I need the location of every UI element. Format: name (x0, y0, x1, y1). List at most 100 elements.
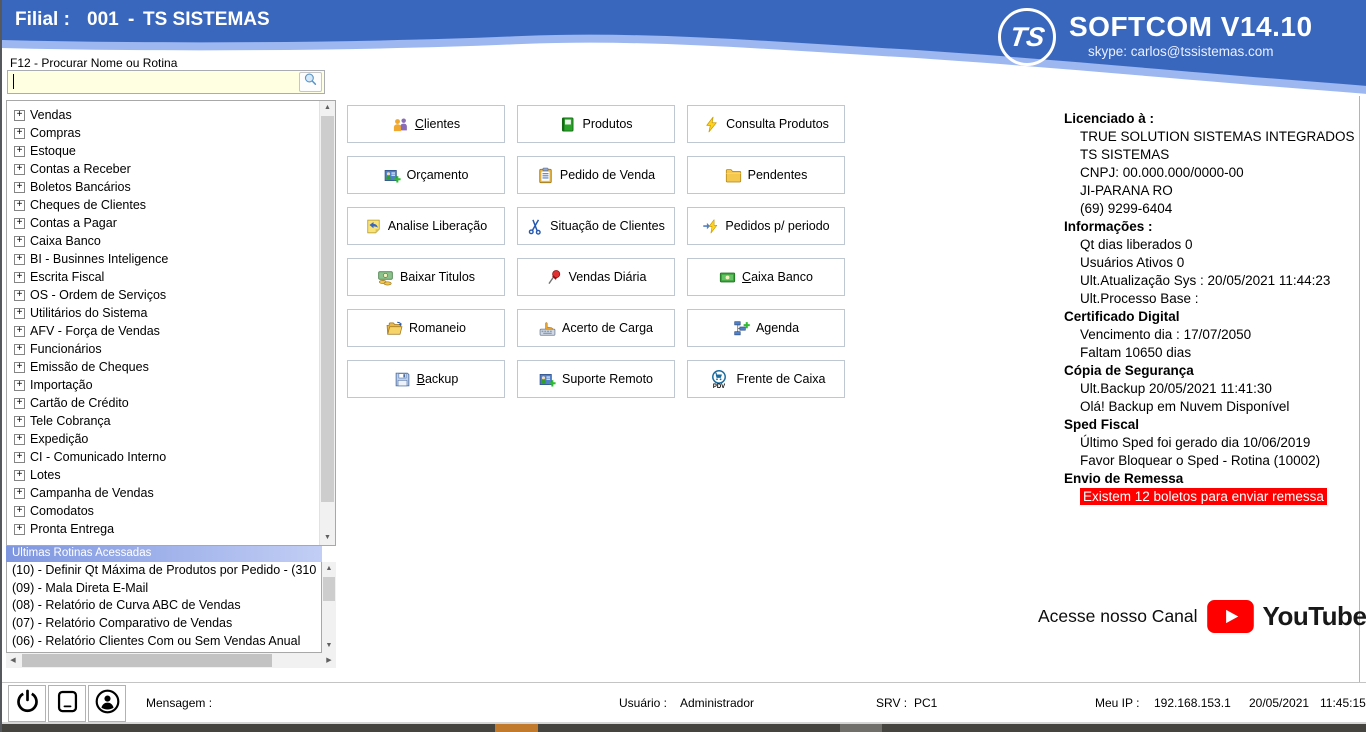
shortcut-caixa-banco[interactable]: Caixa Banco (687, 258, 845, 296)
scroll-up-icon[interactable]: ▲ (322, 562, 336, 576)
tree-expand-icon[interactable]: + (14, 470, 25, 481)
tree-item[interactable]: +Cartão de Crédito (7, 394, 318, 412)
shortcut-agenda[interactable]: Agenda (687, 309, 845, 347)
tree-item[interactable]: +Emissão de Cheques (7, 358, 318, 376)
person-add-icon (539, 371, 556, 388)
recent-scroll-thumb[interactable] (323, 577, 335, 601)
recent-routine-item[interactable]: (08) - Relatório de Curva ABC de Vendas (7, 597, 321, 615)
shortcut-pedidos-p-periodo[interactable]: Pedidos p/ periodo (687, 207, 845, 245)
shortcut-vendas-diaria[interactable]: Vendas Diária (517, 258, 675, 296)
tree-expand-icon[interactable]: + (14, 452, 25, 463)
recent-routine-item[interactable]: (10) - Definir Qt Máxima de Produtos por… (7, 562, 321, 580)
tree-expand-icon[interactable]: + (14, 254, 25, 265)
search-button[interactable] (299, 72, 322, 92)
tree-expand-icon[interactable]: + (14, 218, 25, 229)
youtube-banner[interactable]: Acesse nosso Canal YouTube (1038, 600, 1366, 633)
recent-scrollbar[interactable]: ▲ ▼ (322, 562, 336, 653)
recent-routine-item[interactable]: (06) - Relatório Clientes Com ou Sem Ven… (7, 633, 321, 651)
tree-item[interactable]: +Escrita Fiscal (7, 268, 318, 286)
statusbar-divider (2, 682, 1366, 683)
shortcut-consulta-produtos[interactable]: Consulta Produtos (687, 105, 845, 143)
tree-item[interactable]: +Estoque (7, 142, 318, 160)
scroll-right-icon[interactable]: ▶ (322, 653, 336, 668)
shortcut-pedido-de-venda[interactable]: Pedido de Venda (517, 156, 675, 194)
search-input[interactable] (7, 70, 325, 94)
tree-item[interactable]: +Expedição (7, 430, 318, 448)
minimize-button[interactable] (48, 685, 86, 722)
recent-hscroll-thumb[interactable] (22, 654, 272, 667)
info-panel: Licenciado à :TRUE SOLUTION SISTEMAS INT… (1064, 110, 1360, 505)
tree-item[interactable]: +Comodatos (7, 502, 318, 520)
tree-expand-icon[interactable]: + (14, 272, 25, 283)
shortcut-produtos[interactable]: Produtos (517, 105, 675, 143)
tree-item[interactable]: +CI - Comunicado Interno (7, 448, 318, 466)
shortcut-backup[interactable]: Backup (347, 360, 505, 398)
shortcut-pendentes[interactable]: Pendentes (687, 156, 845, 194)
tree-expand-icon[interactable]: + (14, 488, 25, 499)
tree-item[interactable]: +Pronta Entrega (7, 520, 318, 538)
tree-expand-icon[interactable]: + (14, 362, 25, 373)
youtube-play-icon (1207, 600, 1254, 633)
recent-hscrollbar[interactable]: ◀ ▶ (6, 653, 336, 668)
shortcut-analise-liberacao[interactable]: Analise Liberação (347, 207, 505, 245)
exit-button[interactable] (8, 685, 46, 722)
shortcut-label: Suporte Remoto (562, 372, 653, 386)
scroll-down-icon[interactable]: ▼ (320, 531, 335, 545)
folder-open-icon (386, 320, 403, 337)
recent-routine-item[interactable]: (09) - Mala Direta E-Mail (7, 580, 321, 598)
tree-item[interactable]: +Tele Cobrança (7, 412, 318, 430)
tree-expand-icon[interactable]: + (14, 398, 25, 409)
shortcut-romaneio[interactable]: Romaneio (347, 309, 505, 347)
shortcut-clientes[interactable]: Clientes (347, 105, 505, 143)
tree-expand-icon[interactable]: + (14, 344, 25, 355)
tree-expand-icon[interactable]: + (14, 506, 25, 517)
tree-item[interactable]: +BI - Businnes Inteligence (7, 250, 318, 268)
shortcut-situacao-de-clientes[interactable]: Situação de Clientes (517, 207, 675, 245)
filial-dash: - (128, 9, 134, 31)
tree-expand-icon[interactable]: + (14, 182, 25, 193)
tree-item[interactable]: +OS - Ordem de Serviços (7, 286, 318, 304)
info-line: Faltam 10650 dias (1064, 344, 1360, 362)
scroll-up-icon[interactable]: ▲ (320, 101, 335, 115)
tree-expand-icon[interactable]: + (14, 200, 25, 211)
user-button[interactable] (88, 685, 126, 722)
tree-item[interactable]: +Vendas (7, 106, 318, 124)
tree-item[interactable]: +Lotes (7, 466, 318, 484)
shortcut-suporte-remoto[interactable]: Suporte Remoto (517, 360, 675, 398)
tree-expand-icon[interactable]: + (14, 308, 25, 319)
recent-routine-item[interactable]: (07) - Relatório Comparativo de Vendas (7, 615, 321, 633)
tree-expand-icon[interactable]: + (14, 434, 25, 445)
srv-value: PC1 (914, 696, 937, 710)
tree-expand-icon[interactable]: + (14, 164, 25, 175)
tree-expand-icon[interactable]: + (14, 326, 25, 337)
tree-scrollbar[interactable]: ▲ ▼ (319, 101, 335, 545)
scroll-left-icon[interactable]: ◀ (6, 653, 20, 668)
shortcut-frente-de-caixa[interactable]: PDVFrente de Caixa (687, 360, 845, 398)
tree-item[interactable]: +Compras (7, 124, 318, 142)
tree-item[interactable]: +Utilitários do Sistema (7, 304, 318, 322)
tree-item[interactable]: +Contas a Receber (7, 160, 318, 178)
tree-expand-icon[interactable]: + (14, 236, 25, 247)
tree-expand-icon[interactable]: + (14, 146, 25, 157)
tree-expand-icon[interactable]: + (14, 110, 25, 121)
tree-item[interactable]: +Importação (7, 376, 318, 394)
scroll-down-icon[interactable]: ▼ (322, 639, 336, 653)
tree-expand-icon[interactable]: + (14, 290, 25, 301)
tree-expand-icon[interactable]: + (14, 524, 25, 535)
shortcut-orcamento[interactable]: Orçamento (347, 156, 505, 194)
tree-item[interactable]: +Caixa Banco (7, 232, 318, 250)
tree-item[interactable]: +Cheques de Clientes (7, 196, 318, 214)
shortcut-acerto-de-carga[interactable]: Acerto de Carga (517, 309, 675, 347)
tree-item[interactable]: +AFV - Força de Vendas (7, 322, 318, 340)
app-title: SOFTCOM V14.10 (1069, 11, 1313, 43)
tree-expand-icon[interactable]: + (14, 128, 25, 139)
shortcut-label: Pedidos p/ periodo (725, 219, 829, 233)
tree-item[interactable]: +Boletos Bancários (7, 178, 318, 196)
tree-expand-icon[interactable]: + (14, 380, 25, 391)
tree-item[interactable]: +Campanha de Vendas (7, 484, 318, 502)
tree-item[interactable]: +Contas a Pagar (7, 214, 318, 232)
tree-expand-icon[interactable]: + (14, 416, 25, 427)
tree-item[interactable]: +Funcionários (7, 340, 318, 358)
shortcut-baixar-titulos[interactable]: Baixar Titulos (347, 258, 505, 296)
tree-scroll-thumb[interactable] (321, 116, 334, 502)
